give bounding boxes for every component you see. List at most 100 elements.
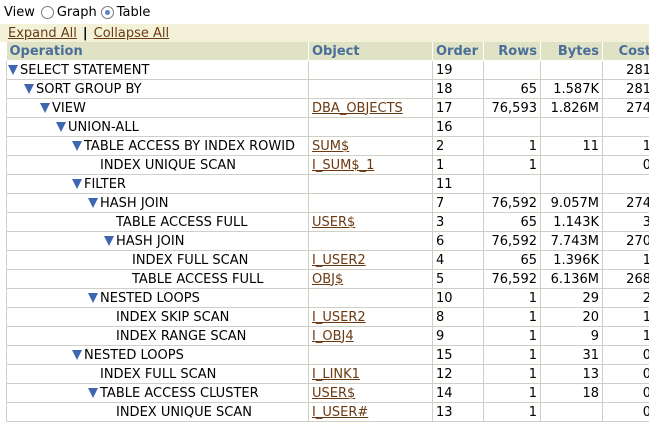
rows-cell: 76,592 [484, 194, 541, 213]
bytes-cell: 1.587K [541, 80, 603, 99]
bytes-cell [541, 156, 603, 175]
header-order[interactable]: Order [433, 42, 484, 61]
bytes-cell [541, 61, 603, 80]
operation-label: NESTED LOOPS [100, 291, 200, 306]
operation-label: UNION-ALL [68, 120, 139, 135]
table-row: INDEX UNIQUE SCANI_SUM$_1110 [7, 156, 649, 175]
collapse-triangle-icon[interactable] [24, 84, 34, 94]
object-cell: USER$ [309, 384, 433, 403]
collapse-triangle-icon[interactable] [40, 103, 50, 113]
bytes-cell: 20 [541, 308, 603, 327]
collapse-triangle-icon[interactable] [88, 388, 98, 398]
header-bytes[interactable]: Bytes [541, 42, 603, 61]
object-cell: USER$ [309, 213, 433, 232]
rows-cell [484, 118, 541, 137]
header-object[interactable]: Object [309, 42, 433, 61]
object-link[interactable]: SUM$ [312, 139, 349, 154]
object-link[interactable]: I_SUM$_1 [312, 158, 374, 173]
object-cell: I_USER# [309, 403, 433, 422]
table-label[interactable]: Table [117, 5, 151, 20]
object-cell: I_USER2 [309, 308, 433, 327]
operation-label: FILTER [84, 177, 126, 192]
collapse-all-link[interactable]: Collapse All [94, 26, 170, 41]
operation-tree-node: HASH JOIN [7, 232, 308, 250]
table-row: INDEX FULL SCANI_LINK1121130 [7, 365, 649, 384]
operation-label: INDEX UNIQUE SCAN [100, 158, 236, 173]
collapse-triangle-icon[interactable] [56, 122, 66, 132]
collapse-triangle-icon[interactable] [88, 198, 98, 208]
operation-label: INDEX FULL SCAN [132, 253, 248, 268]
object-cell [309, 289, 433, 308]
object-cell: DBA_OBJECTS [309, 99, 433, 118]
object-cell [309, 118, 433, 137]
rows-cell: 65 [484, 251, 541, 270]
object-link[interactable]: USER$ [312, 386, 355, 401]
operation-tree-node: NESTED LOOPS [7, 346, 308, 364]
object-link[interactable]: OBJ$ [312, 272, 343, 287]
cost-cell: 0 [603, 156, 649, 175]
order-cell: 18 [433, 80, 484, 99]
object-link[interactable]: I_USER2 [312, 253, 366, 268]
collapse-triangle-icon[interactable] [72, 179, 82, 189]
bytes-cell: 31 [541, 346, 603, 365]
table-row: INDEX RANGE SCANI_OBJ49191 [7, 327, 649, 346]
collapse-triangle-icon[interactable] [88, 293, 98, 303]
operation-tree-node: INDEX UNIQUE SCAN [7, 156, 308, 174]
expand-collapse-bar: Expand All | Collapse All [0, 24, 649, 42]
operation-label: TABLE ACCESS FULL [132, 272, 263, 287]
execution-plan-table: Operation Object Order Rows Bytes Cost S… [6, 42, 649, 422]
operation-tree-node: INDEX FULL SCAN [7, 251, 308, 269]
order-cell: 9 [433, 327, 484, 346]
order-cell: 15 [433, 346, 484, 365]
operation-cell: SORT GROUP BY [7, 80, 309, 99]
object-link[interactable]: DBA_OBJECTS [312, 101, 403, 116]
rows-cell: 1 [484, 327, 541, 346]
operation-tree-node: TABLE ACCESS BY INDEX ROWID [7, 137, 308, 155]
header-operation[interactable]: Operation [7, 42, 309, 61]
operation-cell: UNION-ALL [7, 118, 309, 137]
operation-cell: VIEW [7, 99, 309, 118]
bytes-cell: 11 [541, 137, 603, 156]
operation-cell: INDEX UNIQUE SCAN [7, 156, 309, 175]
object-link[interactable]: I_USER# [312, 405, 368, 420]
rows-cell: 76,593 [484, 99, 541, 118]
order-cell: 6 [433, 232, 484, 251]
graph-radio[interactable] [41, 6, 54, 19]
header-cost[interactable]: Cost [603, 42, 649, 61]
operation-cell: NESTED LOOPS [7, 346, 309, 365]
rows-cell: 76,592 [484, 270, 541, 289]
collapse-triangle-icon[interactable] [8, 65, 18, 75]
table-radio[interactable] [101, 6, 114, 19]
table-body: SELECT STATEMENT19281SORT GROUP BY18651.… [7, 61, 649, 422]
object-cell: I_OBJ4 [309, 327, 433, 346]
operation-cell: INDEX FULL SCAN [7, 251, 309, 270]
table-row: TABLE ACCESS BY INDEX ROWIDSUM$21111 [7, 137, 649, 156]
order-cell: 8 [433, 308, 484, 327]
bytes-cell: 1.143K [541, 213, 603, 232]
view-option-table[interactable]: Table [99, 5, 151, 20]
operation-cell: INDEX RANGE SCAN [7, 327, 309, 346]
collapse-triangle-icon[interactable] [104, 236, 114, 246]
header-rows[interactable]: Rows [484, 42, 541, 61]
bytes-cell: 29 [541, 289, 603, 308]
rows-cell: 65 [484, 80, 541, 99]
cost-cell: 274 [603, 194, 649, 213]
operation-label: TABLE ACCESS CLUSTER [100, 386, 259, 401]
operation-tree-node: INDEX RANGE SCAN [7, 327, 308, 345]
operation-label: INDEX FULL SCAN [100, 367, 216, 382]
cost-cell: 0 [603, 403, 649, 422]
cost-cell: 1 [603, 327, 649, 346]
collapse-triangle-icon[interactable] [72, 141, 82, 151]
view-option-graph[interactable]: Graph [39, 5, 97, 20]
object-link[interactable]: I_OBJ4 [312, 329, 354, 344]
object-link[interactable]: I_LINK1 [312, 367, 360, 382]
object-link[interactable]: USER$ [312, 215, 355, 230]
bytes-cell: 13 [541, 365, 603, 384]
order-cell: 19 [433, 61, 484, 80]
object-cell [309, 175, 433, 194]
expand-all-link[interactable]: Expand All [8, 26, 77, 41]
graph-label[interactable]: Graph [57, 5, 97, 20]
rows-cell: 76,592 [484, 232, 541, 251]
collapse-triangle-icon[interactable] [72, 350, 82, 360]
object-link[interactable]: I_USER2 [312, 310, 366, 325]
